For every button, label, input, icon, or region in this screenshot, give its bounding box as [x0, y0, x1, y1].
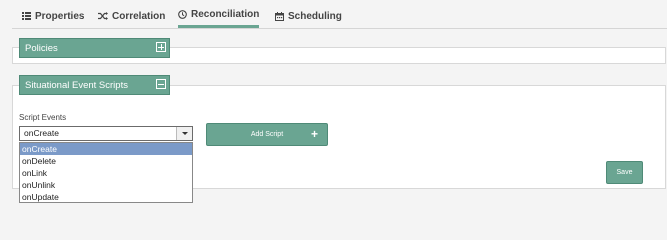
dropdown-option[interactable]: onDelete: [20, 155, 192, 167]
script-events-select[interactable]: onCreate: [19, 126, 193, 141]
plus-icon: +: [310, 127, 318, 141]
tab-scheduling[interactable]: Scheduling: [275, 4, 342, 28]
policies-title: Policies: [25, 42, 58, 54]
save-button[interactable]: Save: [606, 161, 643, 184]
dropdown-option[interactable]: onUpdate: [20, 191, 192, 203]
tab-divider: [12, 28, 667, 29]
add-script-label: Add Script: [250, 131, 284, 138]
script-events-dropdown: onCreate onDelete onLink onUnlink onUpda…: [19, 142, 193, 203]
collapse-icon[interactable]: [156, 79, 166, 89]
policies-header[interactable]: Policies: [19, 38, 170, 58]
list-icon: [22, 12, 31, 20]
dropdown-option[interactable]: onLink: [20, 167, 192, 179]
dropdown-option[interactable]: onCreate: [20, 143, 192, 155]
tab-label: Correlation: [112, 10, 166, 22]
tab-correlation[interactable]: Correlation: [98, 4, 165, 28]
chevron-down-icon[interactable]: [176, 127, 192, 140]
calendar-icon: [275, 11, 284, 21]
tab-label: Reconciliation: [191, 9, 260, 20]
scripts-header[interactable]: Situational Event Scripts: [19, 75, 170, 95]
tab-bar: Properties Correlation Reconciliation Sc…: [0, 0, 667, 29]
tab-label: Scheduling: [288, 10, 342, 22]
tab-label: Properties: [35, 10, 85, 22]
clock-icon: [178, 10, 187, 19]
expand-icon[interactable]: [156, 42, 166, 52]
select-value: onCreate: [24, 128, 59, 138]
tab-properties[interactable]: Properties: [22, 4, 84, 28]
scripts-title: Situational Event Scripts: [25, 79, 128, 91]
script-events-label: Script Events: [19, 113, 67, 122]
tab-reconciliation[interactable]: Reconciliation: [178, 4, 260, 28]
shuffle-icon: [98, 12, 108, 20]
add-script-button[interactable]: Add Script +: [206, 123, 328, 146]
save-label: Save: [616, 169, 633, 176]
dropdown-option[interactable]: onUnlink: [20, 179, 192, 191]
